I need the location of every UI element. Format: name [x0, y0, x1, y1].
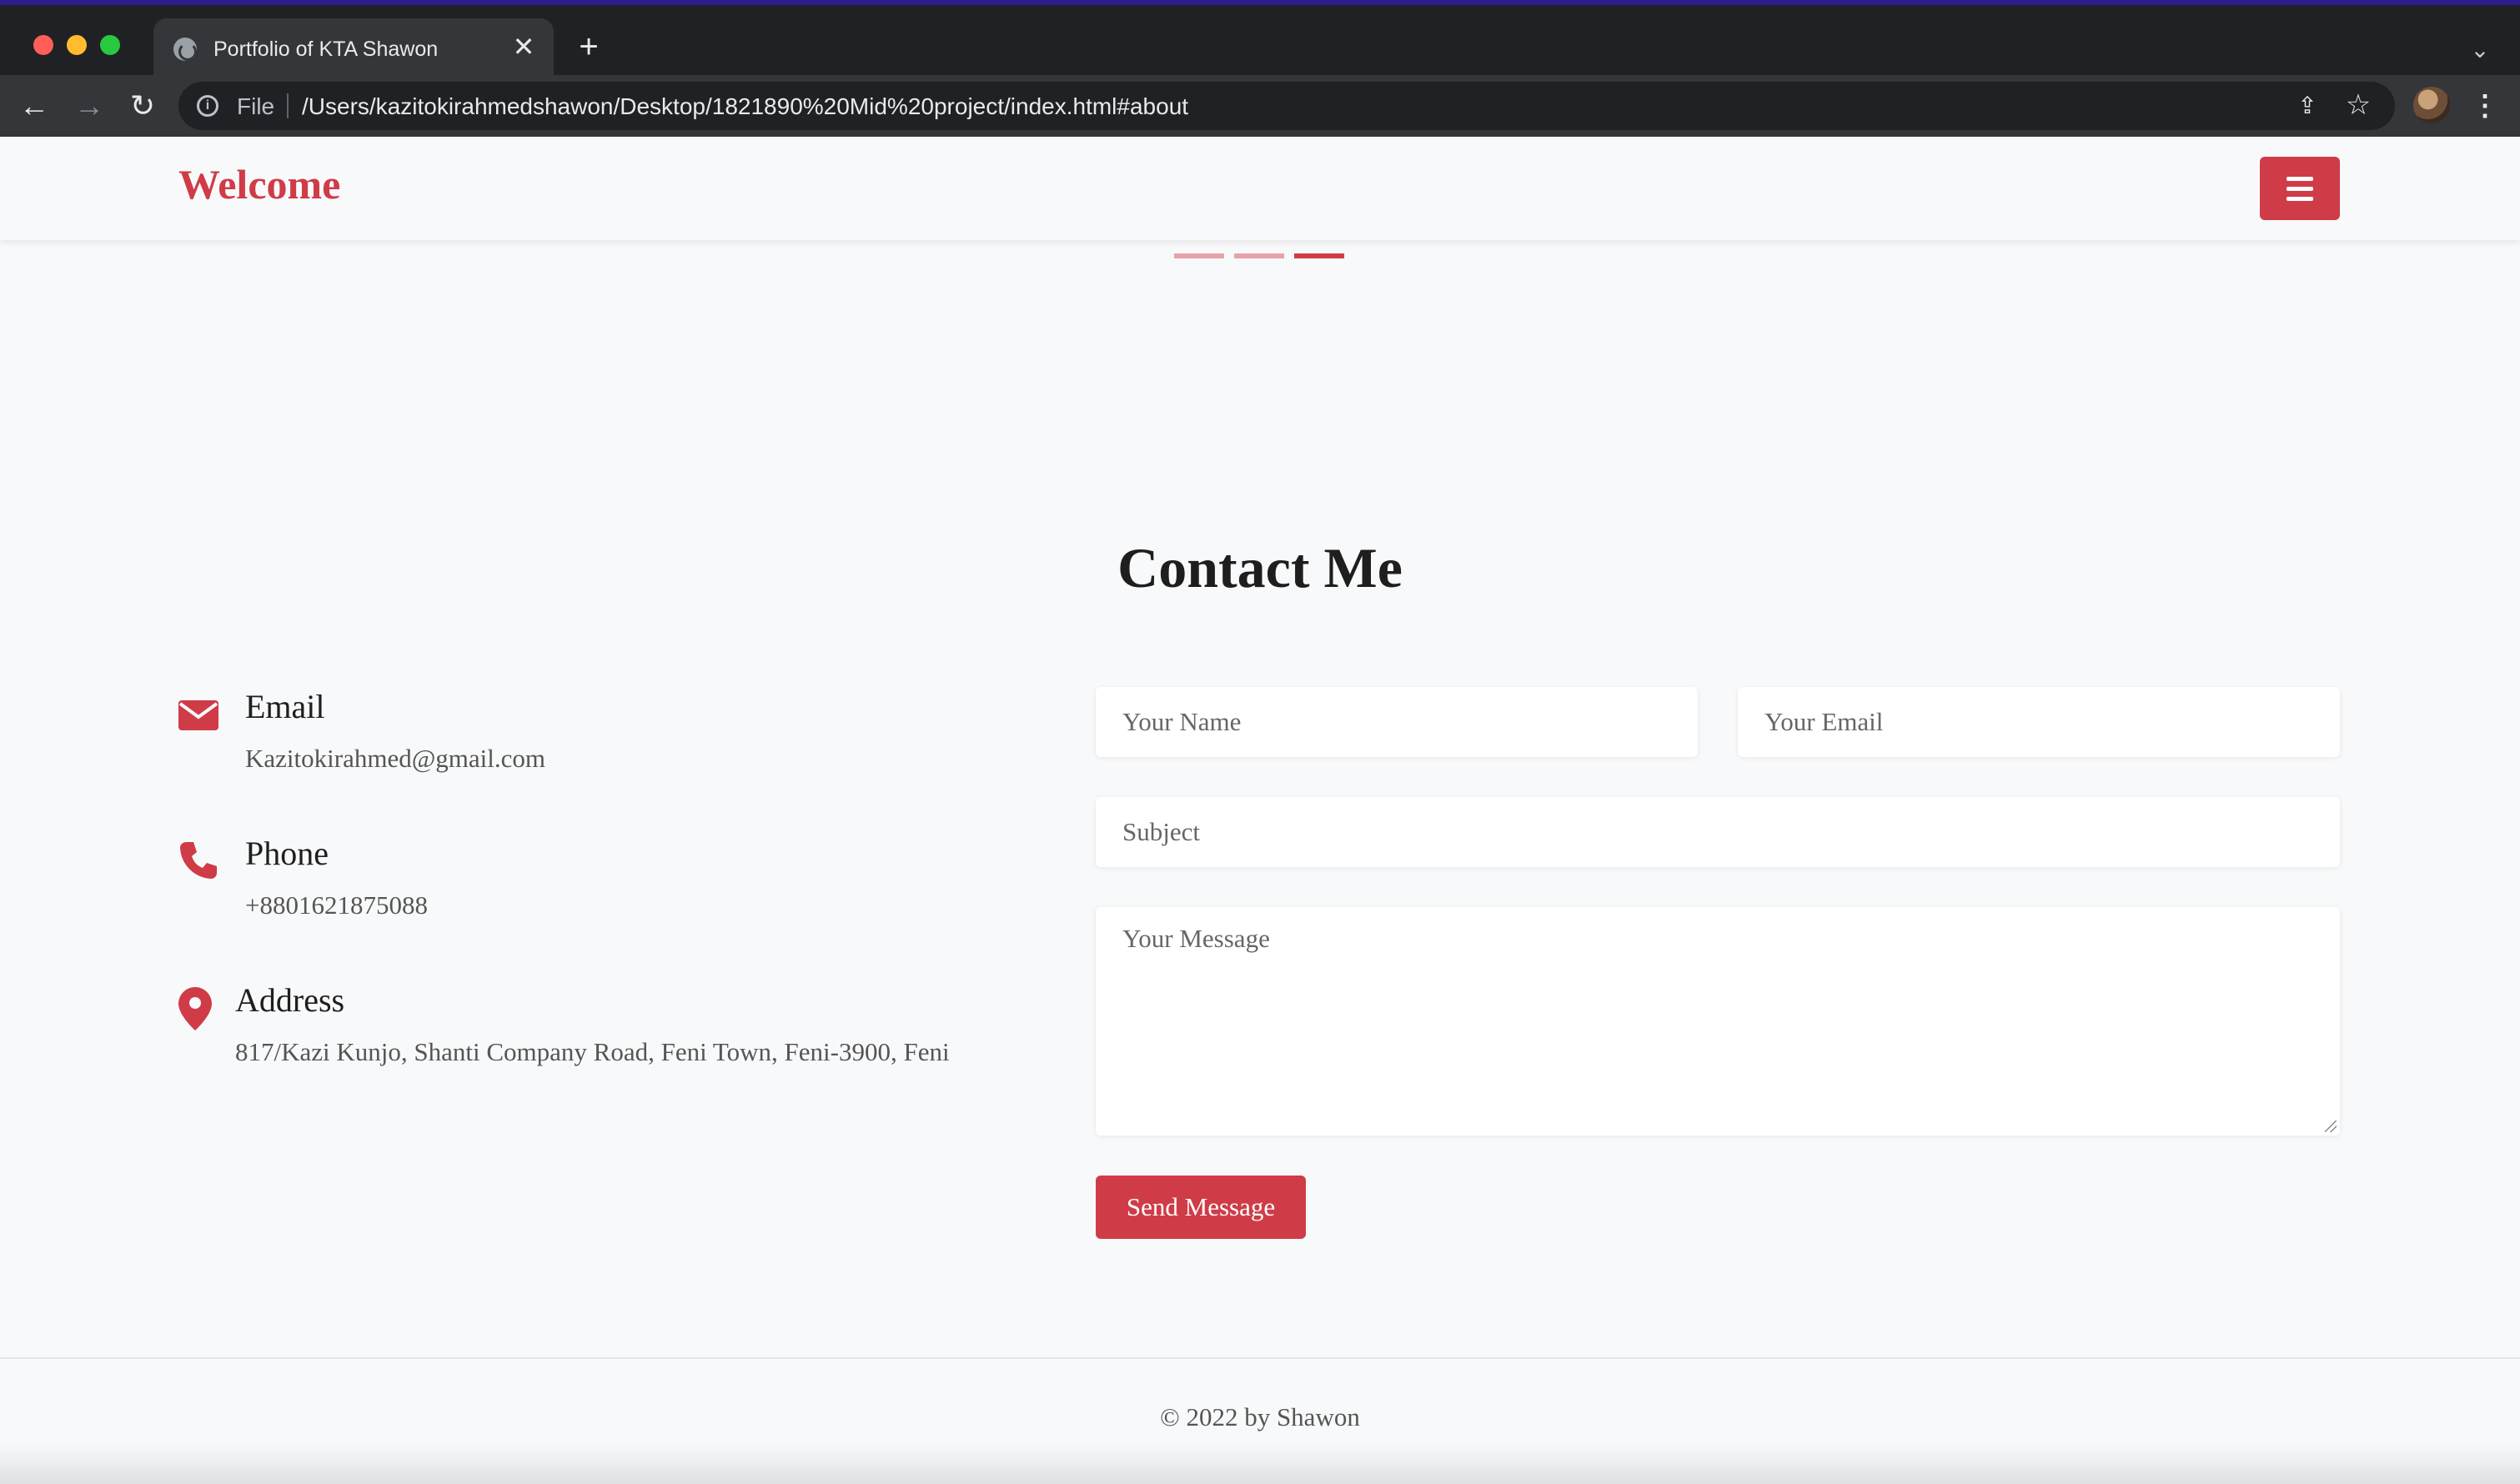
site-navbar: Welcome	[0, 137, 2520, 240]
profile-avatar[interactable]	[2413, 87, 2450, 123]
phone-label: Phone	[245, 835, 329, 872]
name-placeholder: Your Name	[1122, 707, 1242, 736]
tab-title: Portfolio of KTA Shawon	[213, 38, 439, 61]
name-input[interactable]: Your Name	[1096, 687, 1698, 757]
send-message-button[interactable]: Send Message	[1096, 1176, 1306, 1239]
address-value: 817/Kazi Kunjo, Shanti Company Road, Fen…	[235, 1037, 950, 1066]
email-value: Kazitokirahmed@gmail.com	[245, 744, 545, 773]
tab-search-button[interactable]: ⌄	[2463, 33, 2497, 67]
url-text[interactable]: /Users/kazitokirahmedshawon/Desktop/1821…	[302, 93, 1188, 120]
tab-close-button[interactable]: ✕	[507, 30, 540, 63]
reload-button[interactable]: ↻	[123, 87, 162, 125]
footer-divider	[0, 1357, 2520, 1359]
file-scheme-label: File	[237, 93, 275, 119]
browser-menu-icon[interactable]: ⋮	[2468, 87, 2502, 125]
new-tab-button[interactable]: +	[572, 30, 605, 63]
address-separator	[287, 93, 289, 118]
subject-placeholder: Subject	[1122, 817, 1200, 846]
carousel-indicator-2[interactable]	[1234, 253, 1284, 258]
phone-value: +8801621875088	[245, 890, 428, 920]
address-label: Address	[235, 981, 345, 1019]
active-tab[interactable]: Portfolio of KTA Shawon ✕	[153, 18, 554, 77]
phone-icon	[178, 840, 218, 880]
bookmark-star-icon[interactable]: ☆	[2343, 90, 2373, 120]
menu-bar-icon	[2287, 177, 2313, 181]
map-marker-icon	[178, 987, 212, 1030]
tab-bar: Portfolio of KTA Shawon ✕ + ⌄	[0, 5, 2520, 77]
email-label: Email	[245, 688, 325, 725]
message-textarea[interactable]: Your Message	[1096, 907, 2340, 1136]
menu-bar-icon	[2287, 187, 2313, 191]
email-placeholder: Your Email	[1765, 707, 1884, 736]
address-bar[interactable]: i File /Users/kazitokirahmedshawon/Deskt…	[178, 82, 2395, 130]
minimize-window-button[interactable]	[67, 35, 87, 55]
forward-button[interactable]: →	[70, 87, 108, 125]
footer-copyright: © 2022 by Shawon	[1160, 1402, 1360, 1431]
carousel-indicator-3-active[interactable]	[1294, 253, 1344, 258]
share-icon[interactable]: ⇪	[2293, 92, 2322, 120]
site-info-icon[interactable]: i	[197, 95, 218, 117]
menu-bar-icon	[2287, 197, 2313, 201]
window-bottom-shadow	[0, 1444, 2520, 1484]
carousel-indicator-1[interactable]	[1174, 253, 1224, 258]
subject-input[interactable]: Subject	[1096, 797, 2340, 867]
close-window-button[interactable]	[33, 35, 53, 55]
hamburger-menu-button[interactable]	[2260, 157, 2340, 220]
back-button[interactable]: ←	[15, 87, 53, 125]
resize-handle-icon[interactable]	[2325, 1121, 2337, 1132]
contact-heading: Contact Me	[1117, 536, 1403, 599]
envelope-icon	[178, 699, 218, 739]
email-input[interactable]: Your Email	[1738, 687, 2340, 757]
globe-icon	[173, 38, 197, 61]
browser-toolbar: ← → ↻ i File /Users/kazitokirahmedshawon…	[0, 75, 2520, 137]
web-page: Welcome Contact Me Email Kazitokirahmed@…	[0, 137, 2520, 1484]
maximize-window-button[interactable]	[100, 35, 120, 55]
message-placeholder: Your Message	[1122, 924, 1270, 953]
brand-link[interactable]: Welcome	[178, 160, 340, 208]
